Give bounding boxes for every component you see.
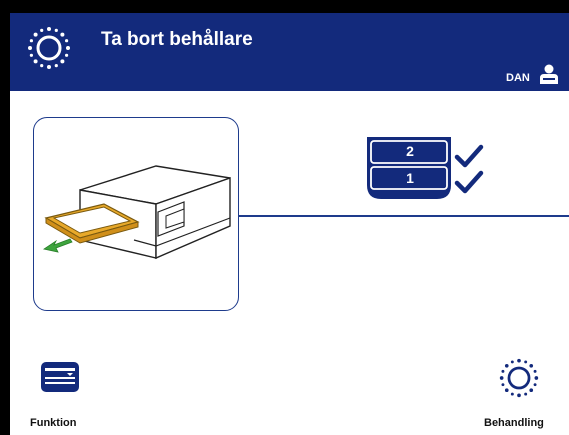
processing-button[interactable]: Behandling xyxy=(476,357,566,435)
instrument-tray-illustration xyxy=(42,165,231,260)
function-button[interactable]: Funktion xyxy=(28,357,98,435)
remove-tray-illustration xyxy=(33,117,239,311)
processing-sun-icon xyxy=(28,27,70,69)
check-icon-slot-1 xyxy=(454,170,484,194)
container-stack-icon: 2 1 xyxy=(365,135,495,207)
container-stack-graphic xyxy=(367,137,484,199)
screen: Ta bort behållare DAN 2 1 Funktion Behan… xyxy=(10,13,569,435)
user-name: DAN xyxy=(506,72,530,84)
header-bar: Ta bort behållare DAN xyxy=(10,13,569,91)
check-icon-slot-2 xyxy=(454,144,484,168)
function-menu-icon xyxy=(41,362,79,392)
divider-line xyxy=(238,215,569,217)
processing-sun-icon xyxy=(499,358,539,398)
page-title: Ta bort behållare xyxy=(101,29,253,50)
processing-label: Behandling xyxy=(484,417,544,429)
slot-label-2: 2 xyxy=(406,143,414,159)
function-label: Funktion xyxy=(30,417,77,429)
user-icon xyxy=(540,64,558,84)
slot-label-1: 1 xyxy=(406,170,414,186)
